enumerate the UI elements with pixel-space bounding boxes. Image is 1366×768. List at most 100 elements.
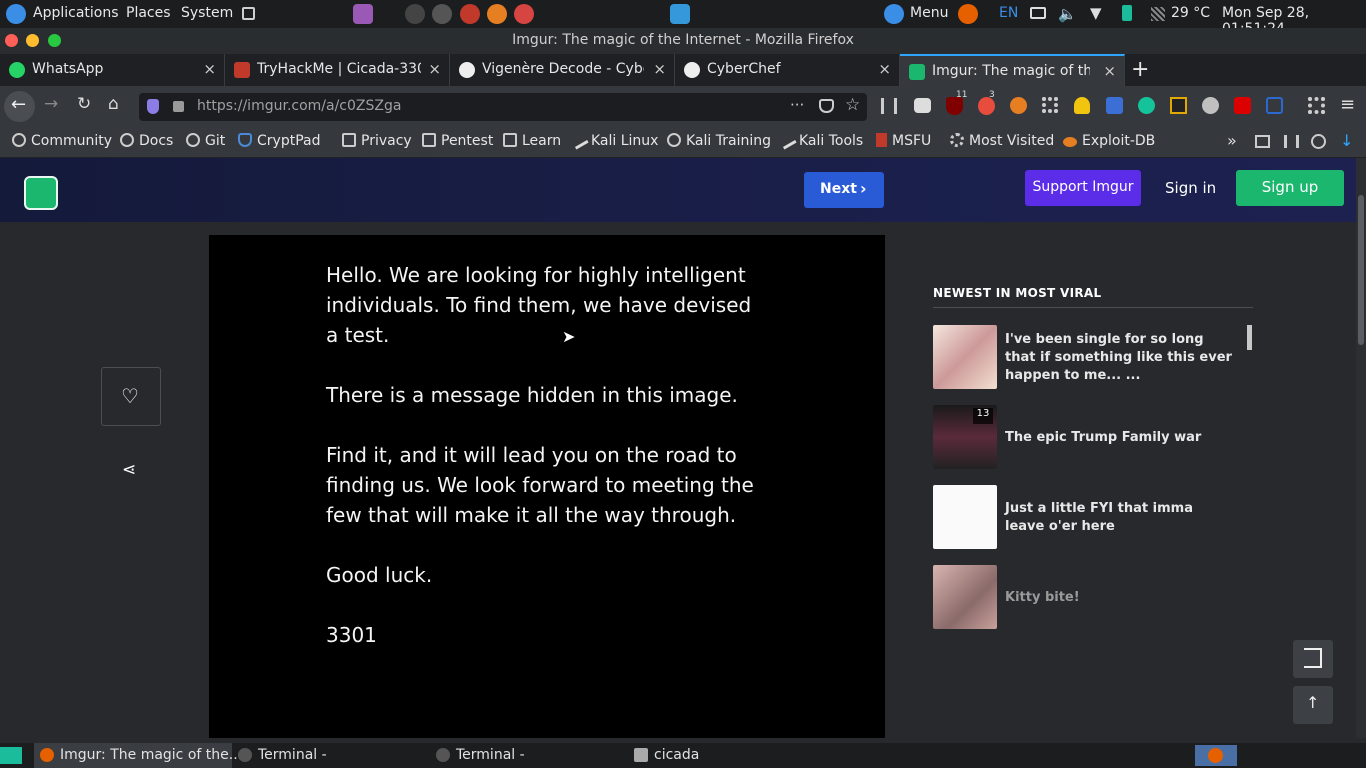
sidebar-toggle-icon[interactable] <box>1255 135 1270 148</box>
user-agent-icon[interactable] <box>1234 97 1251 114</box>
close-tab-icon[interactable]: × <box>653 60 666 78</box>
lock-icon[interactable] <box>173 101 184 112</box>
bookmark-kali-linux[interactable]: Kali Linux <box>569 130 658 150</box>
bookmark-docs[interactable]: Docs <box>120 133 173 149</box>
battery-icon[interactable] <box>1122 5 1132 21</box>
address-bar[interactable]: https://imgur.com/a/c0ZSZga ··· ☆ <box>139 93 867 121</box>
bookmark-label: Most Visited <box>969 133 1055 149</box>
menu-label[interactable]: Menu <box>910 5 948 21</box>
bookmark-folder-pentest[interactable]: Pentest <box>422 133 493 149</box>
places-menu[interactable]: Places <box>126 5 171 21</box>
text-editor-launcher-icon[interactable] <box>353 4 373 24</box>
hackbar-icon[interactable] <box>1170 97 1187 114</box>
hamburger-menu-icon[interactable]: ≡ <box>1340 94 1355 115</box>
bookmark-cryptpad[interactable]: CryptPad <box>238 133 320 149</box>
scroll-to-top-button[interactable]: ↑ <box>1293 686 1333 724</box>
system-menu[interactable]: System <box>181 5 233 21</box>
tab-tryhackme[interactable]: TryHackMe | Cicada-330 × <box>225 54 450 86</box>
display-icon[interactable] <box>1030 7 1046 19</box>
taskbar-folder-cicada[interactable]: cicada <box>628 743 826 768</box>
bookmark-label: Exploit-DB <box>1082 133 1156 149</box>
translate-icon[interactable] <box>1106 97 1123 114</box>
tab-whatsapp[interactable]: WhatsApp × <box>0 54 225 86</box>
bookmark-star-icon[interactable]: ☆ <box>845 95 860 115</box>
reader-icon[interactable] <box>1284 135 1299 148</box>
tab-cyberchef[interactable]: CyberChef × <box>675 54 900 86</box>
bookmark-community[interactable]: Community <box>12 133 112 149</box>
downloads-icon[interactable]: ↓ <box>1340 131 1353 150</box>
menu-kali-icon[interactable] <box>884 4 904 24</box>
home-icon[interactable]: ⌂ <box>108 94 119 114</box>
bookmark-folder-learn[interactable]: Learn <box>503 133 561 149</box>
bookmark-folder-most-visited[interactable]: Most Visited <box>950 133 1054 149</box>
bookmark-git[interactable]: Git <box>186 133 225 149</box>
folder-icon <box>634 748 648 762</box>
sidebar-post-item[interactable]: Just a little FYI that imma leave o'er h… <box>933 485 1243 549</box>
bookmark-exploit-db[interactable]: Exploit-DB <box>1063 133 1155 149</box>
support-imgur-button[interactable]: Support Imgur <box>1025 170 1141 206</box>
workspace-icon[interactable] <box>242 7 255 20</box>
cookie-icon[interactable] <box>1311 134 1326 149</box>
bookmark-msfu[interactable]: MSFU <box>876 133 931 149</box>
page-actions-icon[interactable]: ··· <box>790 96 804 114</box>
next-post-button[interactable]: Next › <box>804 172 884 208</box>
sign-up-button[interactable]: Sign up <box>1236 170 1344 206</box>
app-launcher-red-icon[interactable] <box>514 4 534 24</box>
firefox-tray-icon[interactable] <box>958 4 978 24</box>
notion-icon[interactable] <box>1266 97 1283 114</box>
close-tab-icon[interactable]: × <box>878 60 891 78</box>
library-icon[interactable] <box>881 98 897 114</box>
close-tab-icon[interactable]: × <box>1103 62 1116 80</box>
wifi-icon[interactable]: ▼ <box>1090 4 1102 22</box>
pocket-icon[interactable] <box>819 99 834 113</box>
terminal-launcher-2-icon[interactable] <box>432 4 452 24</box>
taskbar-terminal-1[interactable]: Terminal - <box>232 743 430 768</box>
imgur-logo-icon[interactable] <box>24 176 58 210</box>
grammarly-icon[interactable] <box>1138 97 1155 114</box>
reload-icon[interactable]: ↻ <box>77 94 91 114</box>
firefox-launcher-icon[interactable] <box>487 4 507 24</box>
extension-dots-icon[interactable] <box>1202 97 1219 114</box>
imgur-header: Next › Support Imgur Sign in Sign up <box>0 158 1356 222</box>
addon-grid-icon[interactable] <box>1042 97 1058 113</box>
container-icon[interactable] <box>914 98 931 113</box>
kali-menu-icon[interactable] <box>6 4 26 24</box>
share-icon[interactable]: ⋖ <box>122 460 136 480</box>
terminal-launcher-icon[interactable] <box>405 4 425 24</box>
bookmark-label: Git <box>205 133 226 149</box>
close-tab-icon[interactable]: × <box>203 60 216 78</box>
sidebar-post-item[interactable]: 13 The epic Trump Family war <box>933 405 1243 469</box>
sign-in-link[interactable]: Sign in <box>1165 179 1216 197</box>
bookmark-kali-tools[interactable]: Kali Tools <box>777 130 863 150</box>
sidebar-post-item[interactable]: Kitty bite! <box>933 565 1243 629</box>
notes-launcher-icon[interactable] <box>670 4 690 24</box>
metasploit-launcher-icon[interactable] <box>460 4 480 24</box>
url-text[interactable]: https://imgur.com/a/c0ZSZga <box>197 98 401 114</box>
foxy-proxy-icon[interactable] <box>1010 97 1027 114</box>
page-scrollbar-thumb[interactable] <box>1358 195 1364 345</box>
login-float-button[interactable] <box>1293 640 1333 678</box>
bookmarks-toolbar: Community Docs Git CryptPad Privacy Pent… <box>0 127 1366 158</box>
tracking-shield-icon[interactable] <box>147 99 159 114</box>
favorite-button[interactable]: ♡ <box>101 367 161 426</box>
sidebar-post-item[interactable]: I've been single for so long that if som… <box>933 325 1243 389</box>
bookmark-kali-training[interactable]: Kali Training <box>667 133 771 149</box>
bookmark-folder-privacy[interactable]: Privacy <box>342 133 412 149</box>
new-tab-button[interactable]: + <box>1131 57 1149 82</box>
bookmarks-overflow-icon[interactable]: » <box>1227 131 1237 150</box>
taskbar-firefox[interactable]: Imgur: The magic of the... <box>34 743 242 768</box>
window-title-bar: Imgur: The magic of the Internet - Mozil… <box>0 28 1366 54</box>
tab-imgur[interactable]: Imgur: The magic of the I × <box>900 54 1125 86</box>
tab-vigenere[interactable]: Vigenère Decode - Cyber × <box>450 54 675 86</box>
volume-icon[interactable]: 🔈 <box>1058 5 1077 23</box>
bookmark-label: Docs <box>139 133 174 149</box>
show-desktop-icon[interactable] <box>0 747 22 764</box>
keyboard-layout[interactable]: EN <box>999 5 1018 21</box>
close-tab-icon[interactable]: × <box>428 60 441 78</box>
image-text-line <box>326 350 826 380</box>
applications-menu[interactable]: Applications <box>33 5 119 21</box>
forward-arrow-icon[interactable]: → <box>44 94 58 114</box>
taskbar-terminal-2[interactable]: Terminal - <box>430 743 628 768</box>
wappalyzer-icon[interactable] <box>1074 97 1090 114</box>
extensions-icon[interactable] <box>1308 97 1325 114</box>
